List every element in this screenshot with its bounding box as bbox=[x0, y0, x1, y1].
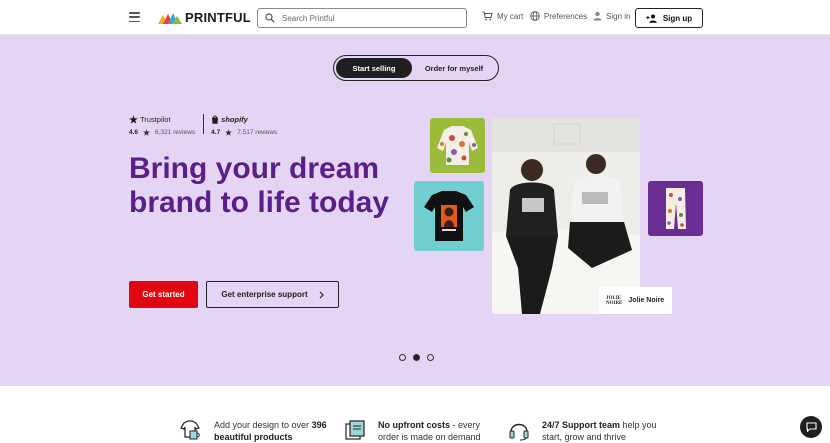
preferences-link[interactable]: Preferences bbox=[530, 11, 587, 21]
shopify-reviews: 7,517 reviews bbox=[237, 129, 278, 136]
carousel-dots bbox=[399, 354, 434, 361]
feature-1-text: Add your design to over bbox=[214, 420, 312, 430]
feature-support: 24/7 Support team help you start, grow a… bbox=[508, 419, 657, 443]
feature-2-text: - every bbox=[450, 420, 481, 430]
carousel-dot[interactable] bbox=[399, 354, 406, 361]
cart-label: My cart bbox=[497, 11, 524, 21]
chevron-right-icon bbox=[319, 291, 324, 298]
cart-link[interactable]: My cart bbox=[482, 11, 523, 21]
logo-text: PRINTFUL bbox=[185, 10, 251, 25]
tab-order-for-myself[interactable]: Order for myself bbox=[412, 58, 496, 78]
headset-icon bbox=[509, 423, 529, 441]
add-user-icon bbox=[646, 14, 657, 23]
logo-mark-icon bbox=[158, 12, 182, 24]
get-started-button[interactable]: Get started bbox=[129, 281, 198, 308]
signup-button[interactable]: Sign up bbox=[635, 8, 703, 28]
feature-3-bold: 24/7 Support team bbox=[542, 420, 621, 430]
shopify-score: 4.7 bbox=[211, 129, 221, 136]
user-icon bbox=[593, 11, 602, 21]
carousel-dot-active[interactable] bbox=[413, 354, 420, 361]
feature-products: Add your design to over 396 beautiful pr… bbox=[180, 419, 327, 443]
feature-no-upfront: No upfront costs - every order is made o… bbox=[344, 419, 481, 443]
chat-icon bbox=[805, 422, 817, 432]
ratings-divider bbox=[203, 114, 205, 134]
feature-2-bold: No upfront costs bbox=[378, 420, 450, 430]
tshirt-product-image bbox=[414, 181, 484, 251]
trustpilot-reviews: 6,321 reviews bbox=[155, 129, 196, 136]
preferences-label: Preferences bbox=[544, 11, 588, 21]
feature-1-bold: 396 bbox=[311, 420, 327, 430]
models-photo bbox=[492, 118, 640, 314]
sweatshirt-product-image bbox=[430, 118, 485, 173]
trustpilot-brand: Trustpilot bbox=[140, 114, 171, 124]
feature-2-line2: order is made on demand bbox=[378, 432, 481, 442]
top-navbar: PRINTFUL My cart Preferences Sign in bbox=[0, 0, 830, 35]
chat-button[interactable] bbox=[800, 416, 822, 438]
hero-section: Start selling Order for myself Trustpilo… bbox=[0, 35, 830, 386]
joggers-product-image bbox=[648, 181, 703, 236]
receipt-icon bbox=[345, 420, 365, 440]
printful-logo[interactable]: PRINTFUL bbox=[158, 10, 251, 25]
search-box[interactable] bbox=[257, 8, 467, 28]
shopify-brand: shopify bbox=[221, 114, 248, 124]
search-icon bbox=[265, 13, 275, 23]
signin-label: Sign in bbox=[606, 11, 631, 21]
trustpilot-star-icon bbox=[129, 114, 138, 124]
star-icon bbox=[143, 129, 150, 136]
hero-headline: Bring your dream brand to life today bbox=[129, 152, 390, 219]
carousel-dot[interactable] bbox=[427, 354, 434, 361]
feature-3-line2: start, grow and thrive bbox=[542, 432, 627, 442]
trustpilot-rating[interactable]: Trustpilot 4.6 6,321 reviews bbox=[129, 114, 196, 137]
ratings-bar: Trustpilot 4.6 6,321 reviews shopify 4.7 bbox=[129, 114, 277, 136]
audience-toggle: Start selling Order for myself bbox=[333, 55, 499, 81]
brand-card-name: Jolie Noire bbox=[628, 297, 665, 304]
brand-card[interactable]: JOLIE NOIRE Jolie Noire bbox=[599, 287, 672, 314]
enterprise-support-button[interactable]: Get enterprise support bbox=[206, 281, 339, 308]
cart-icon bbox=[482, 11, 493, 21]
signin-link[interactable]: Sign in bbox=[593, 11, 630, 21]
shopify-rating[interactable]: shopify 4.7 7,517 reviews bbox=[211, 114, 278, 137]
shopify-bag-icon bbox=[212, 115, 219, 124]
enterprise-support-label: Get enterprise support bbox=[221, 290, 308, 299]
globe-icon bbox=[530, 11, 540, 21]
signup-label: Sign up bbox=[662, 13, 693, 23]
menu-icon[interactable] bbox=[129, 12, 140, 22]
feature-1-line2: beautiful products bbox=[214, 432, 293, 442]
trustpilot-score: 4.6 bbox=[129, 129, 139, 136]
search-input[interactable] bbox=[282, 13, 452, 23]
star-icon bbox=[225, 129, 233, 136]
jolie-noire-logo: JOLIE NOIRE bbox=[606, 295, 623, 306]
tshirt-mug-icon bbox=[180, 420, 200, 440]
feature-3-text: help you bbox=[620, 420, 657, 430]
tab-start-selling[interactable]: Start selling bbox=[336, 58, 412, 78]
